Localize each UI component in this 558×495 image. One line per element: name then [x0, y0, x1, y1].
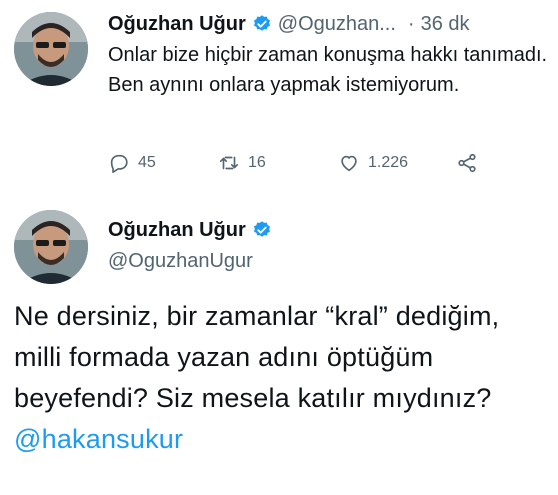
tweet-header: Oğuzhan Uğur @Oguzhan... · 36 dk — [108, 10, 470, 38]
share-button[interactable] — [456, 150, 486, 176]
like-count: 1.226 — [368, 154, 409, 171]
retweet-icon — [219, 156, 239, 170]
author-handle[interactable]: @Oguzhan... — [278, 13, 396, 36]
like-button[interactable]: 1.226 — [338, 150, 408, 176]
avatar-image — [14, 12, 88, 86]
mention-link[interactable]: @hakansukur — [14, 424, 183, 454]
avatar[interactable] — [14, 12, 88, 86]
tweet-actions: 45 16 1.226 — [108, 150, 528, 176]
separator: · — [407, 12, 415, 35]
avatar[interactable] — [14, 210, 88, 284]
tweet-body: Ne dersiniz, bir zamanlar “kral” dediğim… — [14, 301, 500, 413]
author-handle[interactable]: @OguzhanUgur — [108, 250, 253, 273]
author-name[interactable]: Oğuzhan Uğur — [108, 13, 246, 36]
verified-icon — [252, 220, 272, 240]
tweet-text: Ne dersiniz, bir zamanlar “kral” dediğim… — [14, 296, 549, 460]
avatar-image — [14, 210, 88, 284]
reply-icon — [110, 154, 128, 173]
share-icon — [458, 153, 476, 173]
retweet-button[interactable]: 16 — [218, 150, 266, 176]
author-name[interactable]: Oğuzhan Uğur — [108, 219, 246, 242]
verified-icon — [252, 14, 272, 34]
tweet-text: Onlar bize hiçbir zaman konuşma hakkı ta… — [108, 44, 548, 96]
timestamp[interactable]: 36 dk — [421, 13, 470, 36]
like-icon — [341, 155, 357, 172]
tweet-header: Oğuzhan Uğur — [108, 216, 278, 244]
reply-count: 45 — [138, 154, 156, 171]
retweet-count: 16 — [248, 154, 266, 171]
reply-button[interactable]: 45 — [108, 150, 156, 176]
